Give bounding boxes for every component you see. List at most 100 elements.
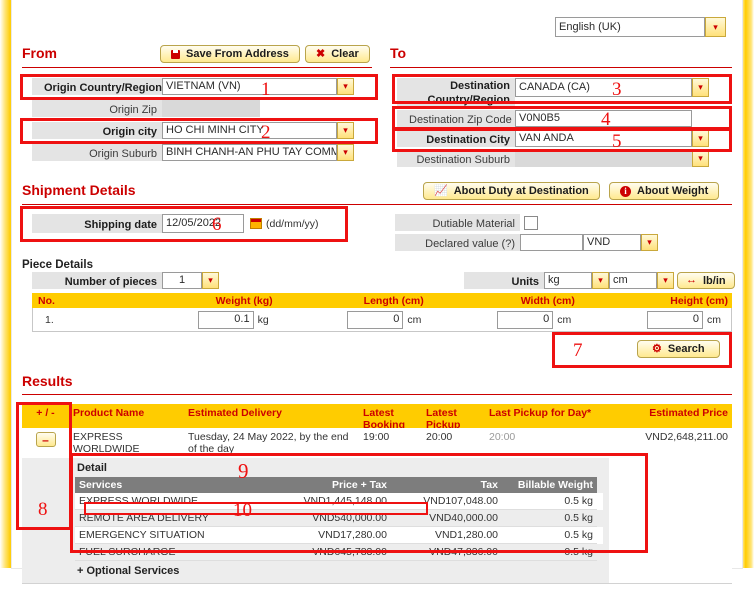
detail-billable-weight: 0.5 kg — [502, 527, 597, 544]
origin-zip-label: Origin Zip — [40, 100, 162, 117]
origin-country-value[interactable]: VIETNAM (VN) — [162, 78, 337, 95]
language-selector[interactable]: English (UK) ▾ — [555, 17, 726, 37]
piece-height-unit: cm — [707, 314, 727, 326]
piece-table-row: 1. 0.1 kg 0 cm 0 cm 0 cm — [32, 308, 732, 332]
results-table: + / - Product Name Estimated Delivery La… — [22, 404, 732, 598]
piece-row-no: 1. — [33, 314, 118, 326]
origin-suburb-label: Origin Suburb — [40, 144, 162, 161]
detail-col-price-tax: Price + Tax — [257, 477, 391, 493]
origin-country-chevron-down-icon[interactable]: ▾ — [337, 78, 354, 95]
unit-weight-chevron-down-icon[interactable]: ▾ — [592, 272, 609, 289]
field-origin-city[interactable]: Origin city HO CHI MINH CITY ▾ — [32, 122, 354, 139]
declared-value-input[interactable] — [520, 234, 583, 251]
destination-city-chevron-down-icon[interactable]: ▾ — [692, 130, 709, 147]
swap-icon: ↔ — [686, 275, 697, 286]
destination-country-label: Destination Country/Region — [405, 78, 515, 108]
about-weight-button[interactable]: i About Weight — [609, 182, 719, 200]
units-toggle-button[interactable]: ↔ lb/in — [677, 272, 735, 289]
destination-country-value[interactable]: CANADA (CA) — [515, 78, 692, 97]
destination-suburb-value[interactable] — [515, 150, 692, 167]
detail-col-tax: Tax — [391, 477, 502, 493]
about-duty-button[interactable]: 📈 About Duty at Destination — [423, 182, 600, 200]
piece-col-weight: Weight (kg) — [118, 295, 273, 307]
declared-currency-value[interactable]: VND — [583, 234, 641, 251]
piece-weight-input[interactable]: 0.1 — [198, 311, 254, 329]
duty-icon: 📈 — [434, 186, 448, 197]
origin-city-value[interactable]: HO CHI MINH CITY — [162, 122, 337, 139]
origin-zip-value[interactable] — [162, 100, 260, 117]
detail-row: EXPRESS WORLDWIDE VND1,445,148.00 VND107… — [75, 493, 603, 510]
results-data-row: – EXPRESS WORLDWIDE Tuesday, 24 May 2022… — [22, 428, 732, 458]
declared-currency-chevron-down-icon[interactable]: ▾ — [641, 234, 658, 251]
detail-tax: VND1,280.00 — [391, 527, 502, 544]
field-destination-suburb[interactable]: Destination Suburb ▾ — [397, 150, 709, 167]
field-destination-country[interactable]: Destination Country/Region CANADA (CA) ▾ — [397, 78, 709, 108]
dutiable-material-checkbox[interactable] — [524, 216, 538, 230]
detail-title: Detail — [75, 461, 603, 477]
destination-suburb-chevron-down-icon[interactable]: ▾ — [692, 150, 709, 167]
calendar-icon[interactable] — [250, 218, 262, 229]
field-declared-value[interactable]: Declared value (?) VND ▾ — [395, 234, 658, 251]
detail-tax: VND107,048.00 — [391, 493, 502, 510]
units-label: Units — [472, 272, 544, 289]
destination-zip-value[interactable]: V0N0B5 — [515, 110, 692, 127]
detail-service: FUEL SURCHARGE — [75, 544, 257, 561]
to-divider — [390, 67, 732, 68]
shipment-details-title: Shipment Details — [22, 182, 136, 198]
field-destination-city[interactable]: Destination City VAN ANDA ▾ — [397, 130, 709, 147]
declared-value-label: Declared value (?) — [403, 234, 520, 251]
chevron-down-icon[interactable]: ▾ — [705, 17, 726, 37]
field-origin-zip[interactable]: Origin Zip — [32, 100, 260, 117]
piece-table: No. Weight (kg) Length (cm) Width (cm) H… — [32, 293, 732, 332]
field-shipping-date[interactable]: Shipping date 12/05/2022 (dd/mm/yy) — [32, 214, 319, 233]
piece-height-input[interactable]: 0 — [647, 311, 703, 329]
field-number-of-pieces[interactable]: Number of pieces 1 ▾ — [32, 272, 219, 289]
optional-services-toggle[interactable]: + Optional Services — [75, 561, 603, 579]
units-group[interactable]: Units kg ▾ cm ▾ ↔ lb/in — [464, 272, 735, 289]
results-title: Results — [22, 373, 73, 389]
destination-city-value[interactable]: VAN ANDA — [515, 130, 692, 147]
number-of-pieces-label: Number of pieces — [40, 272, 162, 289]
about-weight-label: About Weight — [637, 185, 708, 197]
language-value[interactable]: English (UK) — [555, 17, 705, 37]
destination-country-chevron-down-icon[interactable]: ▾ — [692, 78, 709, 97]
detail-service: EXPRESS WORLDWIDE — [75, 493, 257, 510]
detail-price-tax: VND645,783.00 — [257, 544, 391, 561]
unit-length-value[interactable]: cm — [609, 272, 657, 289]
piece-length-input[interactable]: 0 — [347, 311, 403, 329]
piece-col-width: Width (cm) — [424, 295, 575, 307]
to-title: To — [390, 45, 406, 61]
piece-col-no: No. — [32, 295, 118, 307]
field-origin-suburb[interactable]: Origin Suburb BINH CHANH-AN PHU TAY COMM… — [32, 144, 354, 161]
clear-button[interactable]: ✖ Clear — [305, 45, 370, 63]
origin-suburb-chevron-down-icon[interactable]: ▾ — [337, 144, 354, 161]
results-footer-spacer — [22, 583, 732, 598]
gear-icon: ⚙ — [652, 344, 662, 355]
search-button[interactable]: ⚙ Search — [637, 340, 720, 358]
shipment-divider — [22, 204, 732, 205]
number-of-pieces-chevron-down-icon[interactable]: ▾ — [202, 272, 219, 289]
save-from-address-button[interactable]: Save From Address — [160, 45, 300, 63]
shipping-date-label: Shipping date — [40, 214, 162, 233]
shipping-date-value[interactable]: 12/05/2022 — [162, 214, 244, 233]
results-toggle-cell: – — [22, 428, 69, 458]
detail-service: EMERGENCY SITUATION — [75, 527, 257, 544]
close-icon: ✖ — [316, 50, 325, 59]
collapse-toggle-button[interactable]: – — [36, 432, 56, 447]
field-destination-zip[interactable]: Destination Zip Code V0N0B5 — [397, 110, 692, 127]
detail-col-billable: Billable Weight — [502, 477, 597, 493]
piece-width-input[interactable]: 0 — [497, 311, 553, 329]
detail-billable-weight: 0.5 kg — [502, 544, 597, 561]
unit-length-chevron-down-icon[interactable]: ▾ — [657, 272, 674, 289]
piece-length-unit: cm — [407, 314, 427, 326]
field-dutiable-material[interactable]: Dutiable Material — [395, 214, 538, 231]
field-origin-country[interactable]: Origin Country/Region VIETNAM (VN) ▾ — [32, 78, 354, 95]
origin-city-chevron-down-icon[interactable]: ▾ — [337, 122, 354, 139]
destination-zip-label: Destination Zip Code — [405, 110, 515, 127]
unit-weight-value[interactable]: kg — [544, 272, 592, 289]
detail-service: REMOTE AREA DELIVERY — [75, 510, 257, 527]
results-latest-pickup: 20:00 — [422, 428, 485, 458]
origin-suburb-value[interactable]: BINH CHANH-AN PHU TAY COMMUNE — [162, 144, 337, 161]
destination-city-label: Destination City — [405, 130, 515, 147]
number-of-pieces-value[interactable]: 1 — [162, 272, 202, 289]
